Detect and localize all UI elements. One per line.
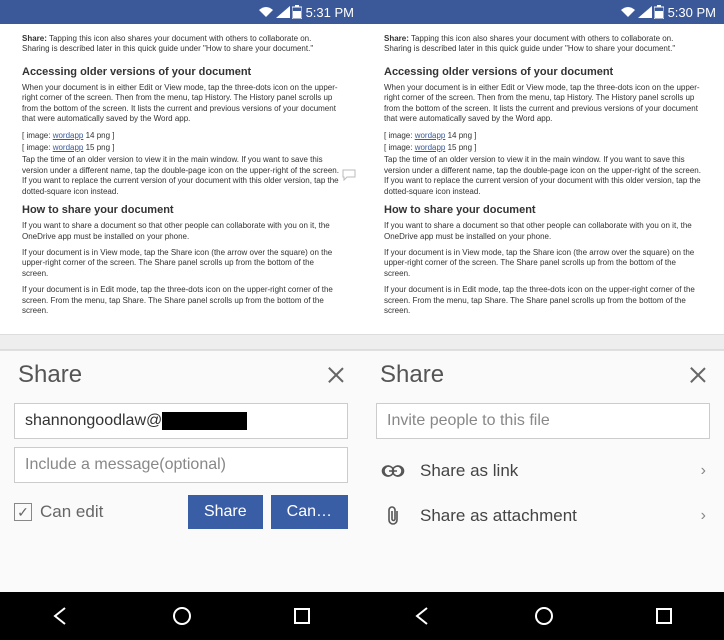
share-attach-label: Share as attachment [420, 506, 687, 526]
link-wordapp-14[interactable]: wordapp [53, 131, 84, 140]
wifi-icon [258, 6, 274, 18]
status-time: 5:30 PM [668, 5, 716, 20]
para-4: If your document is in View mode, tap th… [384, 248, 702, 279]
link-wordapp-15[interactable]: wordapp [53, 143, 84, 152]
can-edit-checkbox[interactable]: ✓ [14, 503, 32, 521]
status-bar: 5:30 PM [362, 0, 724, 24]
signal-icon [638, 6, 652, 18]
status-bar: 5:31 PM [0, 0, 362, 24]
email-value: shannongoodlaw@ [25, 412, 162, 430]
chevron-right-icon: › [701, 507, 706, 525]
heading-accessing: Accessing older versions of your documen… [22, 65, 340, 79]
document-area: Share: Tapping this icon also shares you… [0, 24, 362, 334]
para-2: Tap the time of an older version to view… [384, 155, 702, 197]
gap-bar [0, 334, 362, 350]
share-bold: Share: [384, 34, 409, 43]
nav-bar [0, 592, 362, 640]
para-2: Tap the time of an older version to view… [22, 155, 340, 197]
comment-icon [342, 169, 356, 181]
link-wordapp-15[interactable]: wordapp [415, 143, 446, 152]
gap-bar [362, 334, 724, 350]
share-title: Share [18, 361, 82, 389]
share-rest: Tapping this icon also shares your docum… [22, 34, 313, 53]
right-screen: 5:30 PM Share: Tapping this icon also sh… [362, 0, 724, 640]
nav-home-icon[interactable] [171, 605, 193, 627]
share-link-label: Share as link [420, 461, 687, 481]
para-1: When your document is in either Edit or … [22, 83, 340, 125]
share-title: Share [380, 361, 444, 389]
heading-accessing: Accessing older versions of your documen… [384, 65, 702, 79]
nav-back-icon[interactable] [412, 605, 434, 627]
share-button[interactable]: Share [188, 495, 263, 529]
para-5: If your document is in Edit mode, tap th… [384, 285, 702, 316]
message-placeholder: Include a message(optional) [25, 456, 226, 474]
nav-back-icon[interactable] [50, 605, 72, 627]
can-edit-label: Can edit [40, 502, 180, 522]
link-wordapp-14[interactable]: wordapp [415, 131, 446, 140]
status-time: 5:31 PM [306, 5, 354, 20]
nav-home-icon[interactable] [533, 605, 555, 627]
share-as-attachment-row[interactable]: Share as attachment › [362, 493, 724, 539]
share-panel: Share shannongoodlaw@ Include a message(… [0, 350, 362, 592]
share-rest: Tapping this icon also shares your docum… [384, 34, 675, 53]
para-4: If your document is in View mode, tap th… [22, 248, 340, 279]
wifi-icon [620, 6, 636, 18]
invite-field[interactable]: Invite people to this file [376, 403, 710, 439]
close-icon[interactable] [326, 365, 346, 385]
left-screen: 5:31 PM Share: Tapping this icon also sh… [0, 0, 362, 640]
message-field[interactable]: Include a message(optional) [14, 447, 348, 483]
share-bold: Share: [22, 34, 47, 43]
para-3: If you want to share a document so that … [22, 221, 340, 242]
para-5: If your document is in Edit mode, tap th… [22, 285, 340, 316]
para-3: If you want to share a document so that … [384, 221, 702, 242]
paperclip-icon [384, 505, 402, 527]
redacted-block [162, 412, 247, 430]
share-as-link-row[interactable]: Share as link › [362, 449, 724, 493]
nav-bar [362, 592, 724, 640]
document-area: Share: Tapping this icon also shares you… [362, 24, 724, 334]
signal-icon [276, 6, 290, 18]
heading-share: How to share your document [22, 203, 340, 217]
battery-icon [292, 5, 302, 19]
link-icon [381, 463, 405, 479]
chevron-right-icon: › [701, 462, 706, 480]
close-icon[interactable] [688, 365, 708, 385]
nav-recent-icon[interactable] [292, 606, 312, 626]
cancel-button[interactable]: Can… [271, 495, 348, 529]
heading-share: How to share your document [384, 203, 702, 217]
email-field[interactable]: shannongoodlaw@ [14, 403, 348, 439]
para-1: When your document is in either Edit or … [384, 83, 702, 125]
invite-placeholder: Invite people to this file [387, 412, 550, 430]
nav-recent-icon[interactable] [654, 606, 674, 626]
share-panel: Share Invite people to this file Share a… [362, 350, 724, 592]
battery-icon [654, 5, 664, 19]
